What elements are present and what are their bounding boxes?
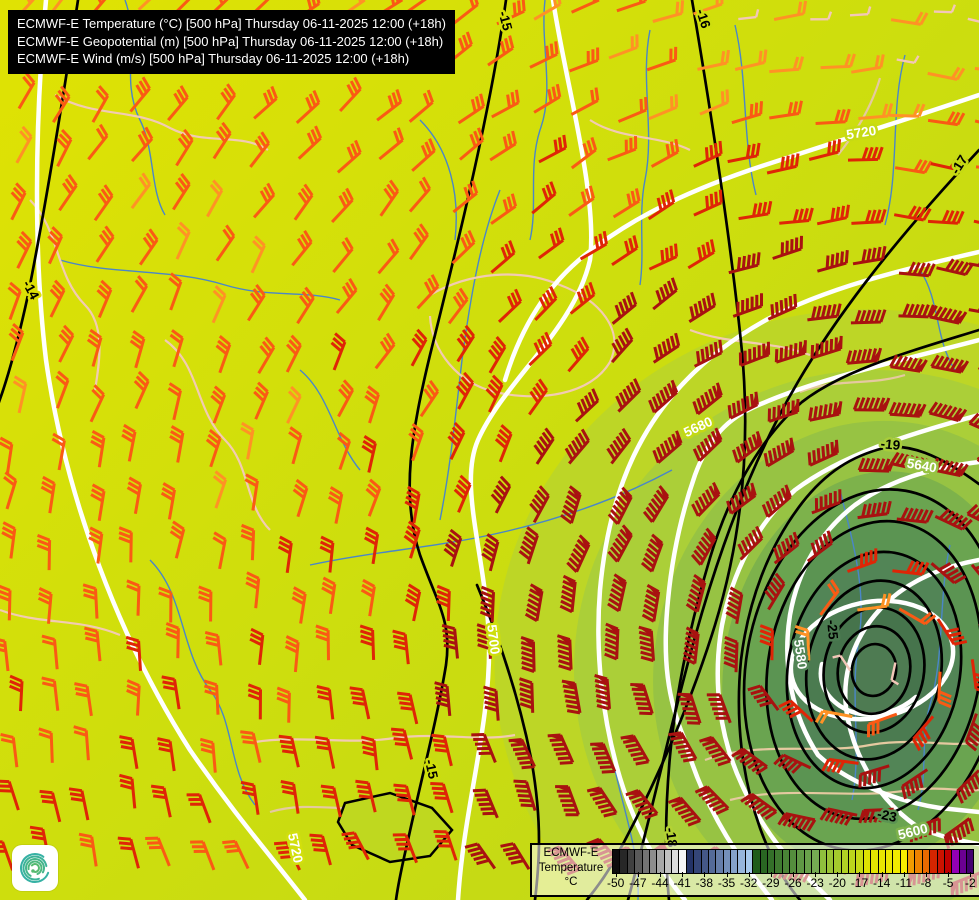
- colorbar-cell: [804, 850, 813, 873]
- colorbar-tick-label: -23: [806, 876, 824, 890]
- colorbar-tick-label: -2: [964, 876, 976, 890]
- legend-product-label: ECMWF-E: [543, 847, 599, 859]
- colorbar-cell: [620, 850, 628, 873]
- colorbar-cell: [679, 850, 687, 873]
- colorbar-cell: [885, 850, 894, 873]
- colorbar-cell: [657, 850, 665, 873]
- colorbar-cell: [922, 850, 931, 873]
- colorbar-cell: [723, 850, 731, 873]
- colorbar-cell: [708, 850, 717, 873]
- colorbar-cell: [731, 850, 739, 873]
- temperature-colorbar: [612, 849, 974, 874]
- colorbar-tick-label: -26: [784, 876, 802, 890]
- colorbar-cell: [930, 850, 938, 873]
- colorbar-cell: [893, 850, 901, 873]
- colorbar-cell: [716, 850, 724, 873]
- legend-variable-label: Temperature: [538, 861, 604, 874]
- colorbar-tick-label: -8: [920, 876, 932, 890]
- colorbar-cell: [849, 850, 857, 873]
- colorbar-cell: [834, 850, 842, 873]
- weather-provider-logo: [12, 845, 58, 891]
- title-line-geopotential: ECMWF-E Geopotential (m) [500 hPa] Thurs…: [17, 33, 444, 49]
- colorbar-tick-label: -32: [740, 876, 758, 890]
- colorbar-cell: [952, 850, 960, 873]
- contour-label: -19: [880, 436, 901, 453]
- colorbar-cell: [642, 850, 650, 873]
- colorbar-tick-label: -5: [942, 876, 954, 890]
- title-line-temperature: ECMWF-E Temperature (°C) [500 hPa] Thurs…: [17, 16, 446, 31]
- colorbar-cell: [686, 850, 695, 873]
- colorbar-tick-label: -38: [695, 876, 714, 890]
- map-canvas: -14-15 -16-17-19-15-18-23-255720570056805…: [0, 0, 979, 900]
- colorbar-tick-label: -50: [607, 876, 625, 890]
- title-box: ECMWF-E Temperature (°C) [500 hPa] Thurs…: [8, 10, 455, 74]
- colorbar-cell: [635, 850, 643, 873]
- colorbar-cell: [753, 850, 761, 873]
- colorbar-cell: [760, 850, 768, 873]
- colorbar-tick-label: -29: [762, 876, 780, 890]
- colorbar-cell: [863, 850, 872, 873]
- title-line-wind: ECMWF-E Wind (m/s) [500 hPa] Thursday 06…: [17, 51, 410, 66]
- colorbar-cell: [649, 850, 658, 873]
- colorbar-tick-label: -17: [850, 876, 869, 890]
- colorbar-cell: [900, 850, 908, 873]
- colorbar-tick-label: -47: [629, 876, 647, 890]
- colorbar-cell: [613, 850, 621, 873]
- colorbar-cell: [915, 850, 923, 873]
- colorbar-cell: [701, 850, 709, 873]
- colorbar-cell: [782, 850, 790, 873]
- colorbar-tick-label: -14: [872, 876, 891, 890]
- colorbar-cell: [694, 850, 702, 873]
- colorbar-cell: [767, 850, 776, 873]
- colorbar-cell: [841, 850, 849, 873]
- colorbar-cell: [908, 850, 916, 873]
- colorbar-cell: [738, 850, 746, 873]
- colorbar-cell: [967, 850, 974, 873]
- colorbar-tick-label: -20: [828, 876, 846, 890]
- colorbar-cell: [797, 850, 805, 873]
- temperature-legend: ECMWF-E Temperature °C -50 -47 -44 -41 -38 -3…: [530, 843, 979, 897]
- legend-bar-area: -50 -47 -44 -41 -38 -35 -32 -29 -26 -23 -20 -17 -14-…: [607, 845, 976, 895]
- colorbar-cell: [745, 850, 754, 873]
- colorbar-cell: [871, 850, 879, 873]
- contour-label: -25: [824, 619, 841, 640]
- colorbar-tick-label: -11: [895, 876, 913, 890]
- colorbar-cell: [775, 850, 783, 873]
- colorbar-cell: [627, 850, 636, 873]
- legend-unit-label: °C: [564, 876, 578, 888]
- colorbar-cell: [672, 850, 680, 873]
- colorbar-cell: [819, 850, 827, 873]
- weather-map-screenshot: -14 -15 -16 -17 -19 -15 -18 -23 -25 5720 5700 5680 5…: [0, 0, 979, 900]
- colorbar-cell: [790, 850, 798, 873]
- colorbar-cell: [826, 850, 835, 873]
- colorbar-cell: [812, 850, 820, 873]
- colorbar-cell: [937, 850, 945, 873]
- colorbar-tick-label: -41: [673, 876, 691, 890]
- spiral-logo-icon: [20, 853, 50, 883]
- colorbar-cell: [944, 850, 953, 873]
- colorbar-cell: [664, 850, 672, 873]
- colorbar-tick-label: -35: [717, 876, 736, 890]
- colorbar-cell: [878, 850, 886, 873]
- colorbar-cell: [856, 850, 864, 873]
- legend-text-block: ECMWF-E Temperature °C: [532, 846, 610, 890]
- colorbar-tick-label: -44: [651, 876, 669, 890]
- colorbar-cell: [959, 850, 967, 873]
